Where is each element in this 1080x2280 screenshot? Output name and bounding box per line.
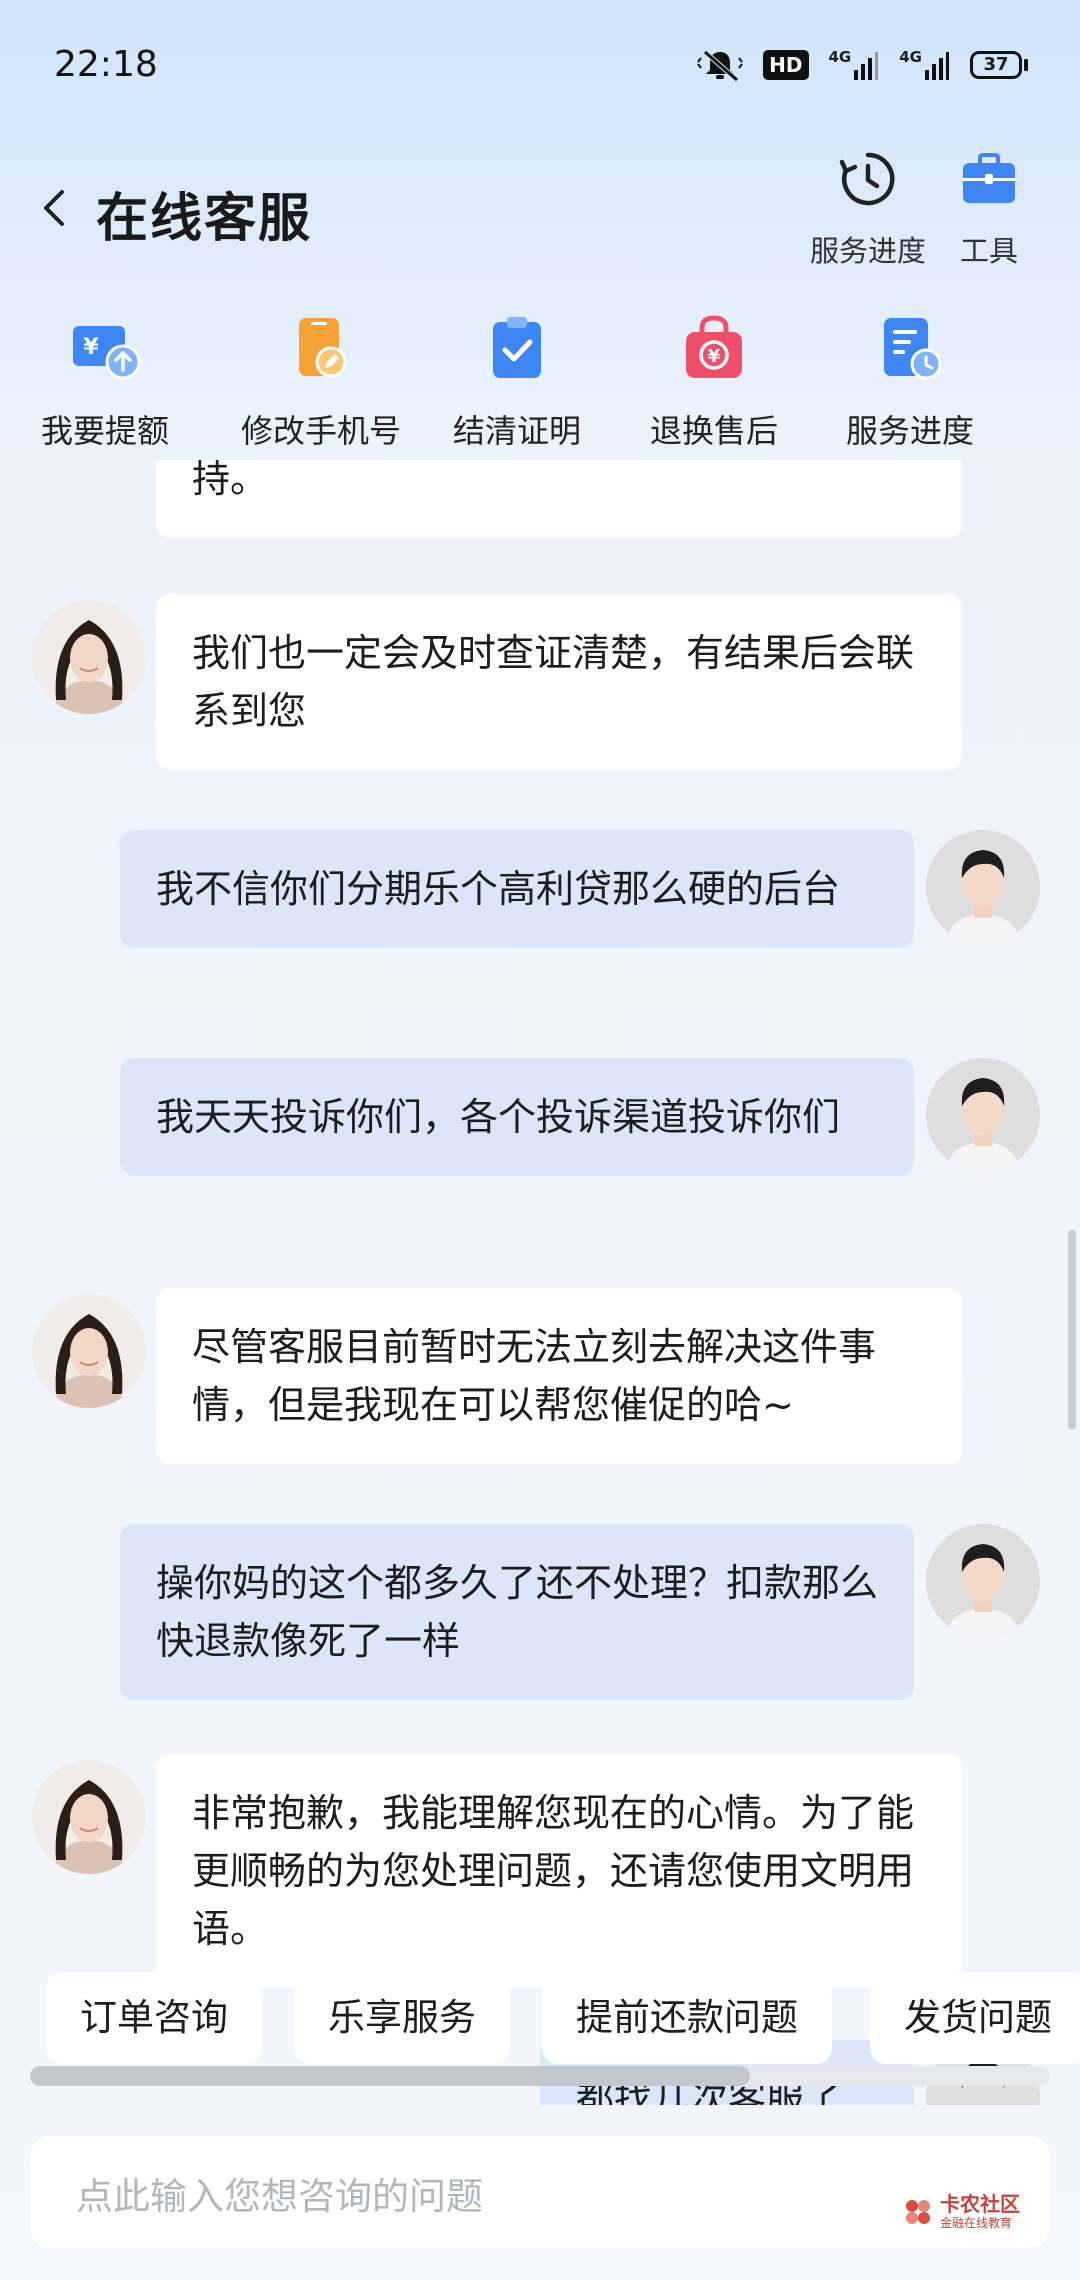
doc-clock-icon <box>872 310 948 386</box>
clock-history-icon <box>837 148 899 210</box>
shortcut-label: 结清证明 <box>452 412 581 450</box>
service-progress-button[interactable]: 服务进度 <box>810 148 926 270</box>
message-text: 我不信你们分期乐个高利贷那么硬的后台 <box>156 867 841 911</box>
status-bar: 22:18 HD 4G 4G 37 <box>0 0 1080 130</box>
svg-text:¥: ¥ <box>708 346 721 367</box>
status-time: 22:18 <box>54 44 158 85</box>
message-text: 我天天投诉你们，各个投诉渠道投诉你们 <box>156 1095 841 1139</box>
quick-reply-bar: 订单咨询 乐享服务 提前还款问题 发货问题 <box>0 1972 1080 2072</box>
shortcut-bar: ¥ 我要提额 修改手机号 结清证明 ¥ 退换售后 服务进度 <box>0 310 1080 460</box>
watermark-logo-icon <box>906 2199 930 2224</box>
tools-button[interactable]: 工具 <box>958 148 1020 270</box>
message-bubble-user: 我天天投诉你们，各个投诉渠道投诉你们 <box>120 1058 914 1176</box>
user-avatar <box>926 1524 1040 1638</box>
message-bubble-user: 操你妈的这个都多久了还不处理？扣款那么快退款像死了一样 <box>120 1524 914 1700</box>
clipboard-check-icon <box>479 310 555 386</box>
toolbox-icon <box>958 148 1020 210</box>
agent-avatar <box>32 1294 146 1408</box>
shortcut-increase-limit[interactable]: ¥ 我要提额 <box>5 310 205 452</box>
page-title: 在线客服 <box>96 189 313 249</box>
shortcut-returns[interactable]: ¥ 退换售后 <box>614 310 814 452</box>
scrollbar-thumb[interactable] <box>30 2066 750 2086</box>
header: 在线客服 服务进度 工具 <box>0 140 1080 270</box>
message-bubble-agent: 非常抱歉，我能理解您现在的心情。为了能更顺畅的为您处理问题，还请您使用文明用语。 <box>156 1754 962 1988</box>
agent-avatar <box>32 600 146 714</box>
chevron-left-icon <box>44 190 64 226</box>
message-input[interactable]: 点此输入您想咨询的问题 卡农社区 金融在线教育 <box>30 2136 1050 2248</box>
quick-reply-chip[interactable]: 乐享服务 <box>294 1972 510 2064</box>
watermark: 卡农社区 金融在线教育 <box>902 2194 1020 2229</box>
back-button[interactable] <box>36 184 76 232</box>
message-bubble-user: 我不信你们分期乐个高利贷那么硬的后台 <box>120 830 914 948</box>
tools-label: 工具 <box>959 234 1018 268</box>
message-text: 持。 <box>192 460 269 501</box>
watermark-title: 卡农社区 <box>940 2192 1020 2216</box>
mute-bell-icon <box>697 48 743 82</box>
shortcut-label: 修改手机号 <box>240 412 401 450</box>
battery-icon: 37 <box>970 48 1028 82</box>
quick-reply-scrollbar[interactable] <box>30 2066 1050 2086</box>
service-progress-label: 服务进度 <box>810 234 927 268</box>
shortcut-settlement-proof[interactable]: 结清证明 <box>417 310 617 452</box>
input-placeholder: 点此输入您想咨询的问题 <box>76 2175 483 2218</box>
message-text: 操你妈的这个都多久了还不处理？扣款那么快退款像死了一样 <box>156 1561 879 1663</box>
message-text: 我们也一定会及时查证清楚，有结果后会联系到您 <box>192 631 915 733</box>
watermark-subtitle: 金融在线教育 <box>940 2216 1013 2230</box>
shortcut-label: 我要提额 <box>40 412 169 450</box>
message-text: 尽管客服目前暂时无法立刻去解决这件事情，但是我现在可以帮您催促的哈~ <box>192 1325 877 1427</box>
agent-avatar <box>32 1760 146 1874</box>
svg-text:¥: ¥ <box>83 335 99 360</box>
signal-4g-icon-2: 4G <box>899 48 950 82</box>
message-text: 非常抱歉，我能理解您现在的心情。为了能更顺畅的为您处理问题，还请您使用文明用语。 <box>192 1791 915 1951</box>
quick-reply-chip[interactable]: 订单咨询 <box>46 1972 262 2064</box>
shortcut-label: 退换售后 <box>649 412 778 450</box>
message-bubble-agent: 持。 <box>156 460 962 538</box>
shortcut-change-phone[interactable]: 修改手机号 <box>221 310 421 452</box>
quick-reply-chip[interactable]: 提前还款问题 <box>542 1972 832 2064</box>
chat-scrollbar[interactable] <box>1068 1230 1076 1430</box>
user-avatar <box>926 830 1040 944</box>
chat-area[interactable]: 持。 我们也一定会及时查证清楚，有结果后会联系到您 我不信你们分期乐个高利贷那么… <box>0 460 1080 2105</box>
message-bubble-agent: 尽管客服目前暂时无法立刻去解决这件事情，但是我现在可以帮您催促的哈~ <box>156 1288 962 1464</box>
message-bubble-agent: 我们也一定会及时查证清楚，有结果后会联系到您 <box>156 594 962 770</box>
shortcut-service-progress[interactable]: 服务进度 <box>810 310 1010 452</box>
quick-reply-chip[interactable]: 发货问题 <box>870 1972 1080 2064</box>
signal-4g-icon-1: 4G <box>829 48 880 82</box>
shopping-bag-icon: ¥ <box>676 310 752 386</box>
withdraw-icon: ¥ <box>67 310 143 386</box>
user-avatar <box>926 1058 1040 1172</box>
phone-edit-icon <box>283 310 359 386</box>
status-icons: HD 4G 4G 37 <box>697 48 1028 82</box>
shortcut-label: 服务进度 <box>845 412 974 450</box>
hd-voice-icon: HD <box>763 48 809 82</box>
